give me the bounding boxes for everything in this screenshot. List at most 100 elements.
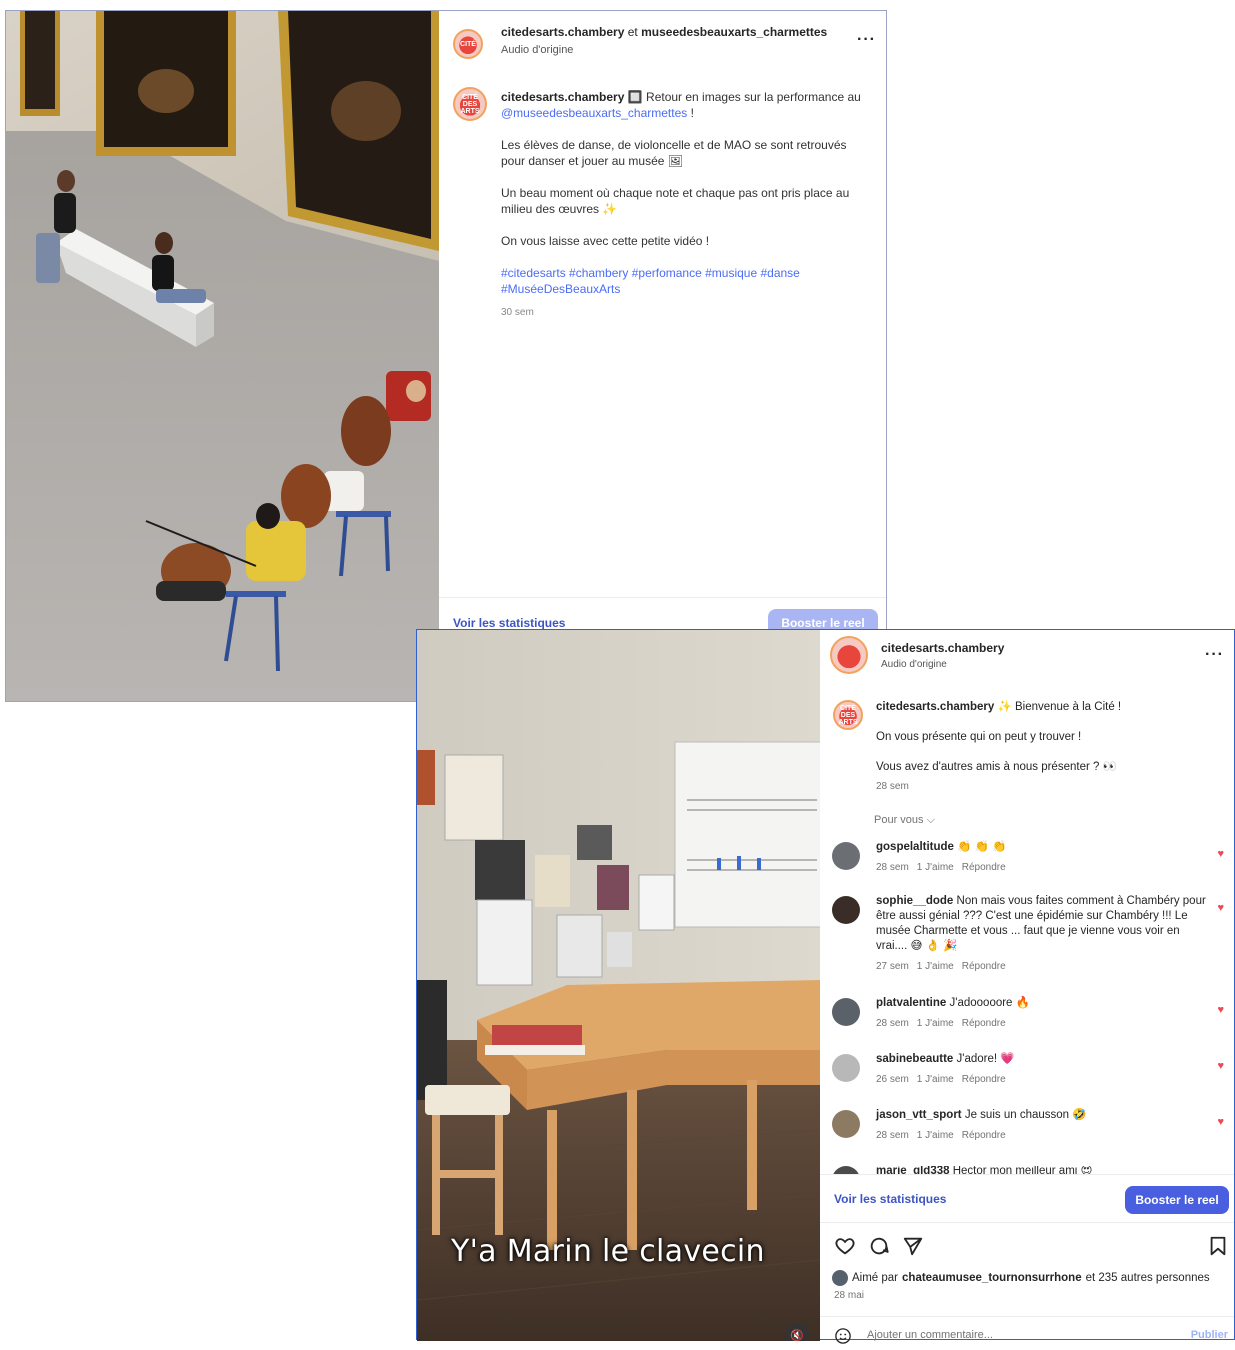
comment-time: 27 sem: [876, 961, 909, 972]
comment-row: marie_gld338 Hector mon meilleur ami 😍: [832, 1166, 1227, 1174]
comment-time: 28 sem: [876, 1130, 909, 1141]
post-sidebar: citedesarts.chambery Audio d'origine ···…: [820, 630, 1234, 1344]
caption-line1-end: !: [690, 106, 694, 120]
share-icon[interactable]: [902, 1235, 924, 1257]
caption-username[interactable]: citedesarts.chambery: [501, 90, 624, 104]
emoji-icon[interactable]: [834, 1327, 852, 1345]
divider: [439, 597, 886, 598]
comment-text: J'adore! 💗: [956, 1053, 1015, 1065]
commenter-username[interactable]: marie_gld338: [876, 1166, 950, 1174]
commenter-username[interactable]: sophie__dode: [876, 895, 953, 907]
comment-time: 28 sem: [876, 862, 909, 873]
post-caption: citedesarts.chambery ✨ Bienvenue à la Ci…: [876, 700, 1226, 794]
comment-meta: 28 sem 1 J'aime Répondre: [876, 1016, 1206, 1031]
mute-icon[interactable]: 🔇: [785, 1323, 809, 1341]
liked-by-prefix: Aimé par: [852, 1272, 899, 1284]
comment-likes[interactable]: 1 J'aime: [917, 961, 954, 972]
commenter-username[interactable]: gospelaltitude: [876, 841, 954, 853]
authors-joiner: et: [627, 25, 638, 39]
coauthor-username[interactable]: museedesbeauxarts_charmettes: [641, 25, 827, 39]
divider: [820, 1316, 1234, 1317]
reel-video-museum[interactable]: [6, 11, 439, 701]
caption-avatar[interactable]: CITÉ DES ARTS: [453, 87, 487, 121]
commenter-username[interactable]: sabinebeautte: [876, 1053, 953, 1065]
author-username[interactable]: citedesarts.chambery: [881, 641, 1004, 655]
caption-time: 30 sem: [501, 307, 534, 318]
comment-meta: 28 sem 1 J'aime Répondre: [876, 1128, 1206, 1143]
publish-button[interactable]: Publier: [1191, 1329, 1228, 1341]
caption-mention[interactable]: @museedesbeauxarts_charmettes: [501, 106, 687, 120]
audio-label[interactable]: Audio d'origine: [881, 659, 947, 670]
comment-reply[interactable]: Répondre: [962, 961, 1006, 972]
caption-para3: Un beau moment où chaque note et chaque …: [501, 186, 850, 216]
comment-body: gospelaltitude 👏 👏 👏 28 sem 1 J'aime Répond…: [876, 840, 1206, 875]
author-username[interactable]: citedesarts.chambery: [501, 25, 624, 39]
commenter-username[interactable]: jason_vtt_sport: [876, 1109, 962, 1121]
reel-video-harpsichord[interactable]: Y'a Marin le clavecin 🔇: [417, 630, 820, 1341]
commenter-avatar[interactable]: [832, 1166, 860, 1174]
comment-input[interactable]: Ajouter un commentaire...: [867, 1329, 993, 1341]
heart-icon[interactable]: [834, 1235, 856, 1257]
comment-time: 26 sem: [876, 1074, 909, 1085]
liker-avatar[interactable]: [832, 1270, 848, 1286]
stats-link[interactable]: Voir les statistiques: [834, 1192, 946, 1206]
caption-para2: Les élèves de danse, de violoncelle et d…: [501, 138, 847, 168]
post-date: 28 mai: [834, 1290, 865, 1301]
comment-reply[interactable]: Répondre: [962, 1130, 1006, 1141]
caption-para4: On vous laisse avec cette petite vidéo !: [501, 234, 710, 248]
comment-text: Hector mon meilleur ami 😍: [952, 1166, 1093, 1174]
caption-avatar[interactable]: CITÉ DES ARTS: [833, 700, 863, 730]
more-icon[interactable]: ···: [857, 31, 876, 49]
bookmark-icon[interactable]: [1207, 1235, 1229, 1257]
post-caption: citedesarts.chambery 🔲 Retour en images …: [501, 89, 871, 321]
comment-body: sabinebeautte J'adore! 💗 26 sem 1 J'aime Ré…: [876, 1052, 1206, 1087]
comment-likes[interactable]: 1 J'aime: [917, 1018, 954, 1029]
commenter-avatar[interactable]: [832, 896, 860, 924]
comment-like-heart-icon[interactable]: ♥: [1217, 848, 1224, 860]
post-header-authors: citedesarts.chambery et museedesbeauxart…: [501, 25, 827, 39]
comment-like-heart-icon[interactable]: ♥: [1217, 1060, 1224, 1072]
liked-by-user[interactable]: chateaumusee_tournonsurrhone: [902, 1272, 1082, 1284]
comment-body: platvalentine J'adooooore 🔥 28 sem 1 J'aim…: [876, 996, 1206, 1031]
boost-reel-button[interactable]: Booster le reel: [1125, 1186, 1229, 1214]
comment-like-heart-icon[interactable]: ♥: [1217, 1004, 1224, 1016]
caption-hashtags[interactable]: #citedesarts #chambery #perfomance #musi…: [501, 265, 871, 297]
comment-body: marie_gld338 Hector mon meilleur ami 😍: [876, 1166, 1206, 1174]
caption-para3: Vous avez d'autres amis à nous présenter…: [876, 761, 1117, 773]
author-avatar[interactable]: [830, 636, 868, 674]
more-icon[interactable]: ···: [1205, 646, 1224, 664]
comment-like-heart-icon[interactable]: ♥: [1217, 902, 1224, 914]
reel-post-harpsichord: Y'a Marin le clavecin 🔇 citedesarts.cham…: [416, 629, 1235, 1344]
commenter-avatar[interactable]: [832, 1110, 860, 1138]
caption-time: 28 sem: [876, 781, 909, 792]
comment-like-heart-icon[interactable]: ♥: [1217, 1116, 1224, 1128]
commenter-username[interactable]: platvalentine: [876, 997, 946, 1009]
comment-text: 👏 👏 👏: [957, 841, 1007, 853]
museum-video-frame: [6, 11, 439, 701]
divider: [820, 1174, 1234, 1175]
liked-by-suffix[interactable]: et 235 autres personnes: [1086, 1272, 1210, 1284]
comment-likes[interactable]: 1 J'aime: [917, 1074, 954, 1085]
comment-reply[interactable]: Répondre: [962, 1074, 1006, 1085]
comment-meta: 28 sem 1 J'aime Répondre: [876, 860, 1206, 875]
comments-filter-dropdown[interactable]: Pour vous ⌵: [874, 814, 935, 827]
reel-post-museum: CITÉ citedesarts.chambery et museedesbea…: [5, 10, 887, 702]
commenter-avatar[interactable]: [832, 842, 860, 870]
comment-icon[interactable]: [868, 1235, 890, 1257]
author-avatar[interactable]: CITÉ: [453, 29, 483, 59]
commenter-avatar[interactable]: [832, 998, 860, 1026]
caption-username[interactable]: citedesarts.chambery: [876, 701, 994, 713]
comment-body: sophie__dode Non mais vous faites commen…: [876, 894, 1206, 974]
audio-label[interactable]: Audio d'origine: [501, 44, 573, 56]
liked-by: Aimé par chateaumusee_tournonsurrhone et…: [832, 1270, 1210, 1286]
commenter-avatar[interactable]: [832, 1054, 860, 1082]
comment-reply[interactable]: Répondre: [962, 862, 1006, 873]
comment-time: 28 sem: [876, 1018, 909, 1029]
comment-reply[interactable]: Répondre: [962, 1018, 1006, 1029]
stats-link[interactable]: Voir les statistiques: [453, 616, 565, 630]
comment-likes[interactable]: 1 J'aime: [917, 862, 954, 873]
comment-likes[interactable]: 1 J'aime: [917, 1130, 954, 1141]
comment-text: Je suis un chausson 🤣: [964, 1109, 1087, 1121]
caption-line1: ✨ Bienvenue à la Cité !: [997, 701, 1122, 713]
divider: [820, 1222, 1234, 1223]
